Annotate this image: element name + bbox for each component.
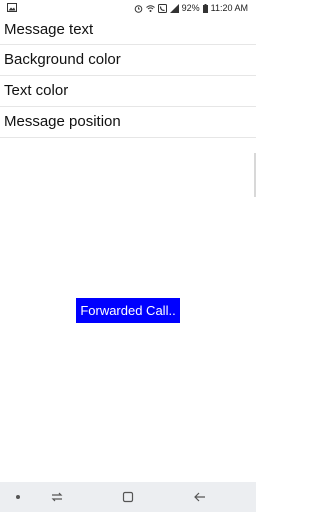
message-text-item[interactable]: Message text [0,16,256,45]
call-forward-icon [157,3,167,13]
text-color-item[interactable]: Text color [0,76,256,107]
cellular-signal-icon [169,3,179,13]
battery-percent: 92% [181,3,200,13]
status-icons: 92% 11:20 AM [134,2,248,14]
message-preview[interactable]: Forwarded Call.. [76,298,180,323]
wifi-icon [145,4,155,13]
status-bar: 92% 11:20 AM [0,0,256,16]
clock: 11:20 AM [210,3,248,13]
recent-apps-icon[interactable] [49,489,65,505]
home-icon[interactable] [120,489,136,505]
navigation-bar [0,482,256,512]
message-position-item[interactable]: Message position [0,107,256,138]
alarm-icon [134,4,143,13]
image-icon [7,3,17,12]
preview-area [0,140,256,454]
dot-icon[interactable] [10,489,26,505]
battery-icon [202,3,208,13]
background-color-item[interactable]: Background color [0,45,256,76]
scrollbar[interactable] [254,153,256,197]
settings-list: Message text Background color Text color… [0,16,256,138]
back-icon[interactable] [192,489,208,505]
